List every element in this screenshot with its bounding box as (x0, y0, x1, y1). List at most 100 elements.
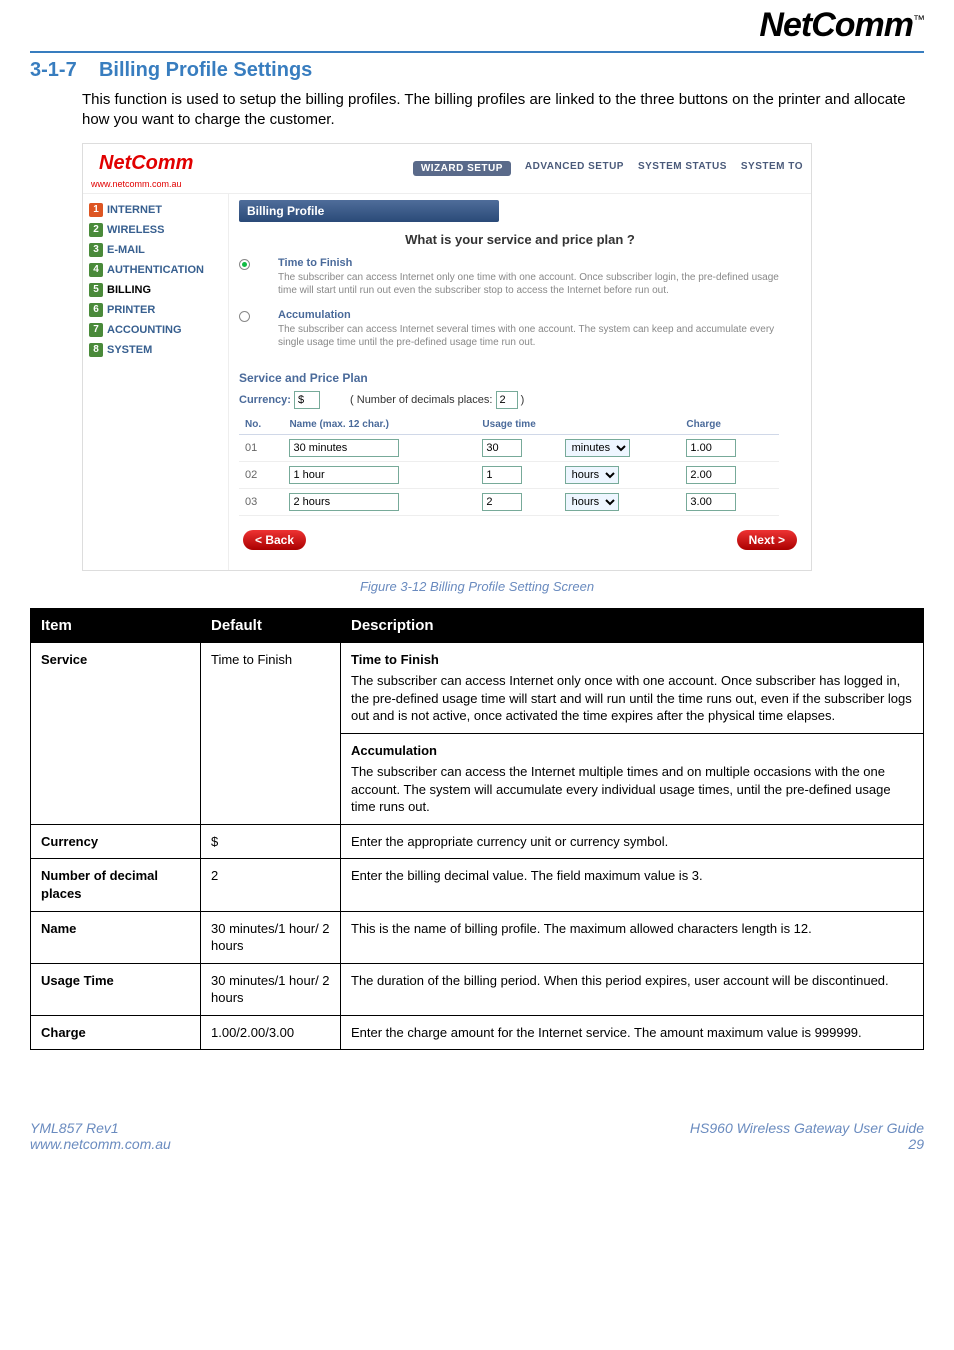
col-name: Name (max. 12 char.) (283, 415, 476, 435)
sidebar-item-authentication[interactable]: 4AUTHENTICATION (87, 260, 224, 280)
section-number: 3-1-7 (30, 59, 77, 81)
table-row: 02 hours (239, 461, 779, 488)
col-usage: Usage time (476, 415, 680, 435)
figure-caption: Figure 3-12 Billing Profile Setting Scre… (30, 579, 924, 594)
row-item: Service (41, 652, 87, 667)
doc-table: Item Default Description Service Time to… (30, 608, 924, 1051)
page-footer: YML857 Rev1 www.netcomm.com.au HS960 Wir… (30, 1120, 924, 1152)
col-charge: Charge (680, 415, 778, 435)
decimals-input[interactable] (496, 391, 518, 409)
back-button[interactable]: < Back (243, 530, 306, 550)
desc-head: Accumulation (351, 742, 913, 760)
footer-left1: YML857 Rev1 (30, 1120, 171, 1136)
table-row: Charge 1.00/2.00/3.00 Enter the charge a… (31, 1015, 924, 1050)
table-row: 03 hours (239, 488, 779, 515)
unit-select[interactable]: hours (565, 466, 619, 484)
row-default: 2 (201, 859, 341, 911)
sidebar-item-accounting[interactable]: 7ACCOUNTING (87, 320, 224, 340)
sidebar-item-internet[interactable]: 1INTERNET (87, 200, 224, 220)
table-row: Currency $ Enter the appropriate currenc… (31, 824, 924, 859)
decimals-close: ) (521, 394, 525, 406)
row-default: 30 minutes/1 hour/ 2 hours (201, 911, 341, 963)
embedded-screenshot: NetComm www.netcomm.com.au WIZARD SETUP … (82, 143, 812, 571)
service-plan-heading: Service and Price Plan (239, 371, 801, 385)
sidebar-item-printer[interactable]: 6PRINTER (87, 300, 224, 320)
logo-text: NetComm (759, 6, 913, 44)
sidebar-item-system[interactable]: 8SYSTEM (87, 340, 224, 360)
opt2-title: Accumulation (278, 309, 791, 321)
row-desc: Time to Finish The subscriber can access… (341, 642, 924, 824)
opt1-desc: The subscriber can access Internet only … (278, 271, 791, 297)
footer-page-number: 29 (690, 1136, 924, 1152)
row-desc: The duration of the billing period. When… (341, 963, 924, 1015)
radio-time-to-finish[interactable]: Time to Finish The subscriber can access… (239, 257, 801, 305)
row-item: Name (41, 921, 76, 936)
next-button[interactable]: Next > (737, 530, 797, 550)
th-default: Default (201, 608, 341, 642)
unit-select[interactable]: minutes (565, 439, 630, 457)
row-item: Currency (41, 834, 98, 849)
row-item: Usage Time (41, 973, 114, 988)
unit-select[interactable]: hours (565, 493, 619, 511)
table-row: Name 30 minutes/1 hour/ 2 hours This is … (31, 911, 924, 963)
scr-logo: NetComm (91, 148, 201, 179)
footer-right1: HS960 Wireless Gateway User Guide (690, 1120, 924, 1136)
radio-icon (239, 259, 250, 270)
qty-input[interactable] (482, 439, 522, 457)
tab-system-to[interactable]: SYSTEM TO (741, 161, 803, 176)
desc-head: Time to Finish (351, 651, 913, 669)
scr-sidebar: 1INTERNET 2WIRELESS 3E-MAIL 4AUTHENTICAT… (83, 194, 229, 570)
th-item: Item (31, 608, 201, 642)
radio-icon (239, 311, 250, 322)
logo-tm: ™ (913, 13, 924, 27)
desc-body: The subscriber can access Internet only … (351, 673, 912, 723)
sidebar-item-billing[interactable]: 5BILLING (87, 280, 224, 300)
row-default: $ (201, 824, 341, 859)
decimals-label: ( Number of decimals places: (350, 394, 492, 406)
row-default: 30 minutes/1 hour/ 2 hours (201, 963, 341, 1015)
table-row: 01 minutes (239, 434, 779, 461)
section-heading: 3-1-7 Billing Profile Settings (30, 59, 924, 82)
sidebar-item-email[interactable]: 3E-MAIL (87, 240, 224, 260)
name-input[interactable] (289, 439, 399, 457)
opt2-desc: The subscriber can access Internet sever… (278, 323, 791, 349)
row-item: Charge (41, 1025, 86, 1040)
row-desc: Enter the charge amount for the Internet… (341, 1015, 924, 1050)
qty-input[interactable] (482, 466, 522, 484)
table-row: Service Time to Finish Time to Finish Th… (31, 642, 924, 824)
radio-accumulation[interactable]: Accumulation The subscriber can access I… (239, 309, 801, 357)
desc-body: The subscriber can access the Internet m… (351, 764, 891, 814)
tab-system-status[interactable]: SYSTEM STATUS (638, 161, 727, 176)
table-row: Usage Time 30 minutes/1 hour/ 2 hours Th… (31, 963, 924, 1015)
row-default: Time to Finish (201, 642, 341, 824)
charge-input[interactable] (686, 439, 736, 457)
intro-paragraph: This function is used to setup the billi… (30, 90, 924, 131)
charge-input[interactable] (686, 493, 736, 511)
scr-url: www.netcomm.com.au (91, 179, 201, 189)
qty-input[interactable] (482, 493, 522, 511)
opt1-title: Time to Finish (278, 257, 791, 269)
table-row: Number of decimal places 2 Enter the bil… (31, 859, 924, 911)
row-item: Number of decimal places (41, 868, 158, 901)
panel-title: Billing Profile (239, 200, 499, 222)
tab-advanced-setup[interactable]: ADVANCED SETUP (525, 161, 624, 176)
currency-input[interactable] (294, 391, 320, 409)
tab-wizard-setup[interactable]: WIZARD SETUP (413, 161, 511, 176)
footer-left2: www.netcomm.com.au (30, 1136, 171, 1152)
section-title: Billing Profile Settings (99, 59, 312, 81)
row-desc: Enter the billing decimal value. The fie… (341, 859, 924, 911)
brand-logo: NetComm™ (30, 0, 924, 51)
service-question: What is your service and price plan ? (239, 232, 801, 247)
top-rule (30, 51, 924, 53)
currency-label: Currency: (239, 394, 291, 406)
row-default: 1.00/2.00/3.00 (201, 1015, 341, 1050)
col-no: No. (239, 415, 283, 435)
price-plan-table: No. Name (max. 12 char.) Usage time Char… (239, 415, 779, 516)
row-desc: Enter the appropriate currency unit or c… (341, 824, 924, 859)
charge-input[interactable] (686, 466, 736, 484)
name-input[interactable] (289, 493, 399, 511)
th-desc: Description (341, 608, 924, 642)
scr-tabs: WIZARD SETUP ADVANCED SETUP SYSTEM STATU… (413, 161, 803, 176)
name-input[interactable] (289, 466, 399, 484)
sidebar-item-wireless[interactable]: 2WIRELESS (87, 220, 224, 240)
